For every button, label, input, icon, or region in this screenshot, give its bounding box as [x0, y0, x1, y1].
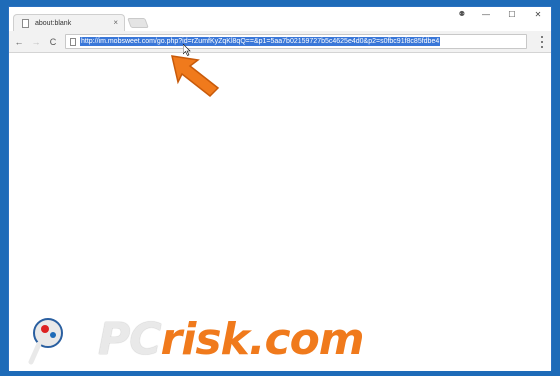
page-info-icon[interactable]	[70, 37, 76, 46]
reload-button[interactable]: C	[46, 35, 60, 49]
address-bar-url[interactable]: http://im.mobsweet.com/go.php?id=rZumfKy…	[80, 37, 441, 46]
screenshot-frame: about:blank × ⚉ — ☐ ✕ ← → C http://im.mo…	[0, 0, 560, 376]
magnifier-logo-icon	[28, 318, 63, 365]
tab-close-icon[interactable]: ×	[113, 19, 118, 27]
browser-menu-button[interactable]	[539, 36, 545, 48]
user-icon[interactable]: ⚉	[459, 10, 465, 18]
forward-button[interactable]: →	[29, 35, 43, 49]
watermark-text: PCrisk.com	[98, 314, 365, 366]
address-bar[interactable]: http://im.mobsweet.com/go.php?id=rZumfKy…	[65, 34, 527, 49]
watermark-suffix: risk.com	[160, 314, 365, 365]
mouse-cursor-icon	[183, 44, 191, 56]
close-window-button[interactable]: ✕	[525, 7, 551, 21]
window-controls: ⚉ — ☐ ✕	[459, 7, 551, 21]
tab-about-blank[interactable]: about:blank ×	[13, 14, 125, 31]
minimize-button[interactable]: —	[473, 7, 499, 21]
page-icon	[22, 18, 29, 28]
watermark-brand: PC	[98, 314, 162, 365]
browser-toolbar: ← → C http://im.mobsweet.com/go.php?id=r…	[9, 31, 551, 53]
new-tab-button[interactable]	[127, 18, 149, 28]
title-bar: about:blank × ⚉ — ☐ ✕	[9, 7, 551, 31]
tab-title: about:blank	[35, 19, 72, 27]
maximize-button[interactable]: ☐	[499, 7, 525, 21]
pointer-arrow-icon	[171, 55, 220, 98]
back-button[interactable]: ←	[12, 35, 26, 49]
watermark: PCrisk.com	[26, 310, 365, 368]
